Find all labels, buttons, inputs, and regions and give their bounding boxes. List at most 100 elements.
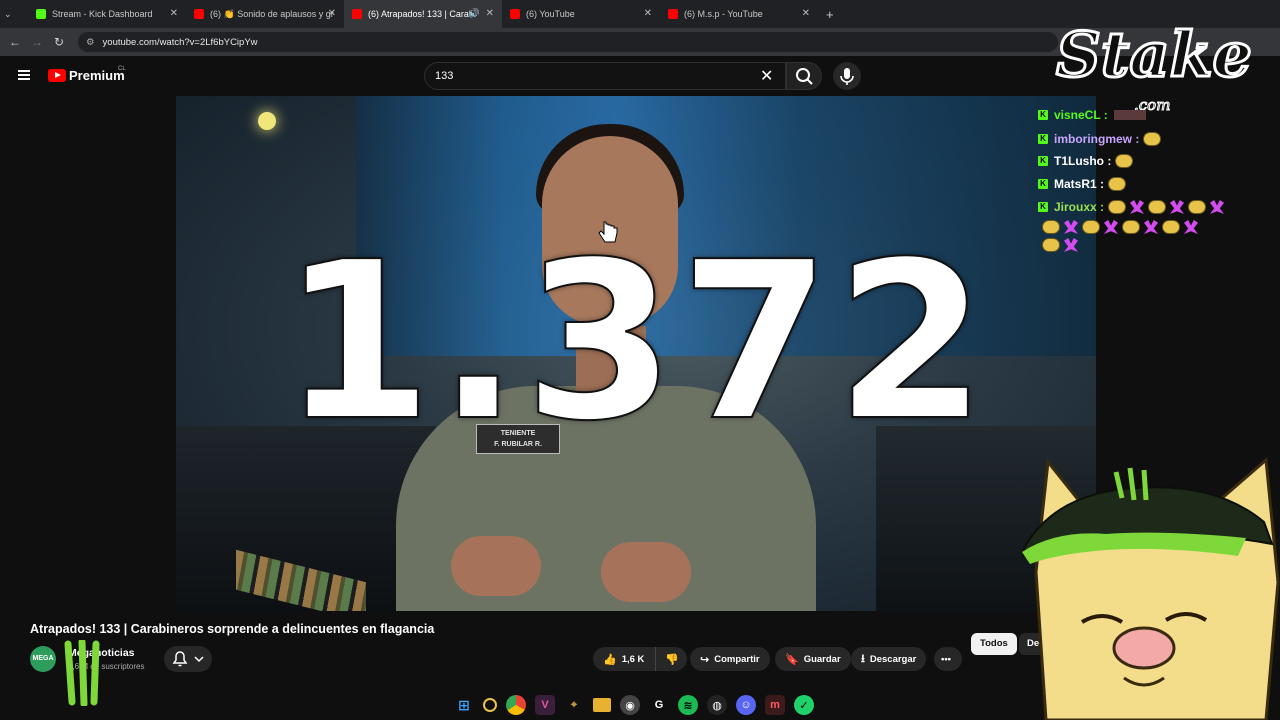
app-green-icon[interactable]: ✓ xyxy=(794,695,814,715)
youtube-brand[interactable]: Premium xyxy=(69,68,125,83)
channel-avatar[interactable]: MEGA xyxy=(30,646,56,672)
microphone-icon xyxy=(840,68,854,85)
chat-message: K imboringmew : xyxy=(1038,132,1162,146)
chat-emote xyxy=(1108,200,1127,214)
chat-emote xyxy=(1188,200,1207,214)
audio-icon[interactable]: 🔊 xyxy=(469,8,480,19)
chip-todos[interactable]: Todos xyxy=(971,633,1017,655)
chat-user: MatsR1 : xyxy=(1054,177,1105,191)
chat-user: Jirouxx : xyxy=(1054,200,1105,214)
tab-atrapados[interactable]: (6) Atrapados! 133 | Carabi 🔊 ✕ xyxy=(344,0,502,28)
file-explorer-icon[interactable] xyxy=(593,698,611,712)
steam-icon[interactable]: ◍ xyxy=(707,695,727,715)
chat-emote xyxy=(1108,177,1127,191)
youtube-icon xyxy=(510,9,520,19)
chat-emote xyxy=(1130,200,1145,214)
kick-icon xyxy=(36,9,46,19)
download-button[interactable]: ⭳ Descargar xyxy=(851,647,927,671)
chat-user: visneCL : xyxy=(1054,108,1108,122)
share-label: Compartir xyxy=(714,653,760,665)
close-tab-icon[interactable]: ✕ xyxy=(486,8,494,19)
ceiling-lamp xyxy=(258,112,276,130)
chat-message: K T1Lusho : xyxy=(1038,154,1134,168)
close-tab-icon[interactable]: ✕ xyxy=(328,8,336,19)
more-actions-button[interactable]: ••• xyxy=(934,647,962,671)
taskbar: ⊞ V ⌖ ◉ G ≋ ◍ ☺ m ✓ xyxy=(440,692,840,718)
tab-msp-youtube[interactable]: (6) M.s.p - YouTube ✕ xyxy=(660,0,818,28)
bell-icon xyxy=(172,651,204,667)
save-button[interactable]: 🔖 Guardar xyxy=(775,647,851,671)
kick-badge-icon: K xyxy=(1038,202,1048,212)
chat-emote-row xyxy=(1038,238,1078,252)
share-button[interactable]: ↪ Compartir xyxy=(690,647,770,671)
tab-search-icon[interactable]: ⌄ xyxy=(0,0,28,28)
new-tab-button[interactable]: + xyxy=(818,0,842,28)
kick-badge-icon: K xyxy=(1038,156,1048,166)
spotify-icon[interactable]: ≋ xyxy=(678,695,698,715)
chat-emote xyxy=(1064,238,1078,252)
chat-message: K Jirouxx : xyxy=(1038,200,1225,214)
chrome-icon[interactable] xyxy=(506,695,526,715)
tab-label: Stream - Kick Dashboard xyxy=(52,9,153,19)
download-label: Descargar xyxy=(869,653,917,665)
url-field[interactable]: ⚙ youtube.com/watch?v=2Lf6bYCipYw xyxy=(78,32,1058,52)
tab-kick-dashboard[interactable]: Stream - Kick Dashboard ✕ xyxy=(28,0,186,28)
app-m-icon[interactable]: m xyxy=(765,695,785,715)
tab-label: (6) M.s.p - YouTube xyxy=(684,9,763,19)
like-count: 1,6 K xyxy=(621,653,645,665)
app-tool-icon[interactable]: ⌖ xyxy=(564,695,584,715)
officer-hands xyxy=(451,526,691,606)
youtube-logo-icon[interactable] xyxy=(48,69,66,82)
chevron-down-icon xyxy=(194,656,204,663)
windows-start-icon[interactable]: ⊞ xyxy=(454,695,474,715)
chat-message: K MatsR1 : xyxy=(1038,177,1127,191)
search-query: 133 xyxy=(435,70,454,82)
search-app-icon[interactable] xyxy=(483,698,497,712)
reload-icon[interactable]: ↻ xyxy=(48,35,70,49)
chat-emote xyxy=(1115,154,1134,168)
site-settings-icon[interactable]: ⚙ xyxy=(86,37,95,48)
chat-emote xyxy=(1170,200,1185,214)
chat-user: imboringmew : xyxy=(1054,132,1140,146)
tab-youtube[interactable]: (6) YouTube ✕ xyxy=(502,0,660,28)
chat-emote xyxy=(1162,220,1180,234)
chat-emote-row xyxy=(1038,220,1198,234)
overlay-counter: 1.372 xyxy=(280,216,991,469)
more-icon: ••• xyxy=(941,653,951,665)
search-button[interactable] xyxy=(786,62,822,90)
app-v-icon[interactable]: V xyxy=(535,695,555,715)
menu-icon[interactable] xyxy=(18,70,30,80)
clear-search-icon[interactable]: ✕ xyxy=(760,66,773,86)
right-hand xyxy=(601,542,691,602)
notifications-button[interactable] xyxy=(164,646,212,672)
thumbs-up-icon: 👍 xyxy=(603,653,617,666)
dislike-button[interactable]: 👎 xyxy=(655,647,687,671)
chat-emote xyxy=(1148,200,1167,214)
forward-icon[interactable]: → xyxy=(26,35,48,49)
voice-search-button[interactable] xyxy=(833,62,861,90)
back-icon[interactable]: ← xyxy=(4,35,26,49)
search-input[interactable]: 133 xyxy=(424,62,786,90)
tab-aplausos[interactable]: (6) 👏 Sonido de aplausos y gr ✕ xyxy=(186,0,344,28)
youtube-icon xyxy=(668,9,678,19)
app-g-icon[interactable]: G xyxy=(649,695,669,715)
tab-label: (6) YouTube xyxy=(526,9,575,19)
chat-emote xyxy=(1113,110,1146,120)
close-tab-icon[interactable]: ✕ xyxy=(644,8,652,19)
chat-emote xyxy=(1064,220,1078,234)
chat-emote xyxy=(1122,220,1140,234)
youtube-icon xyxy=(352,9,362,19)
youtube-icon xyxy=(194,9,204,19)
chat-message: K visneCL : xyxy=(1038,108,1146,122)
like-button[interactable]: 👍 1,6 K xyxy=(593,647,655,671)
discord-icon[interactable]: ☺ xyxy=(736,695,756,715)
chat-emote xyxy=(1104,220,1118,234)
url-text: youtube.com/watch?v=2Lf6bYCipYw xyxy=(102,36,258,48)
video-player[interactable]: TENIENTE F. RUBILAR R. 1.372 xyxy=(176,96,1096,611)
thumbs-down-icon: 👎 xyxy=(665,653,679,666)
chat-emote xyxy=(1210,200,1225,214)
close-tab-icon[interactable]: ✕ xyxy=(170,8,178,19)
obs-icon[interactable]: ◉ xyxy=(620,695,640,715)
chat-emote xyxy=(1184,220,1198,234)
close-tab-icon[interactable]: ✕ xyxy=(802,8,810,19)
